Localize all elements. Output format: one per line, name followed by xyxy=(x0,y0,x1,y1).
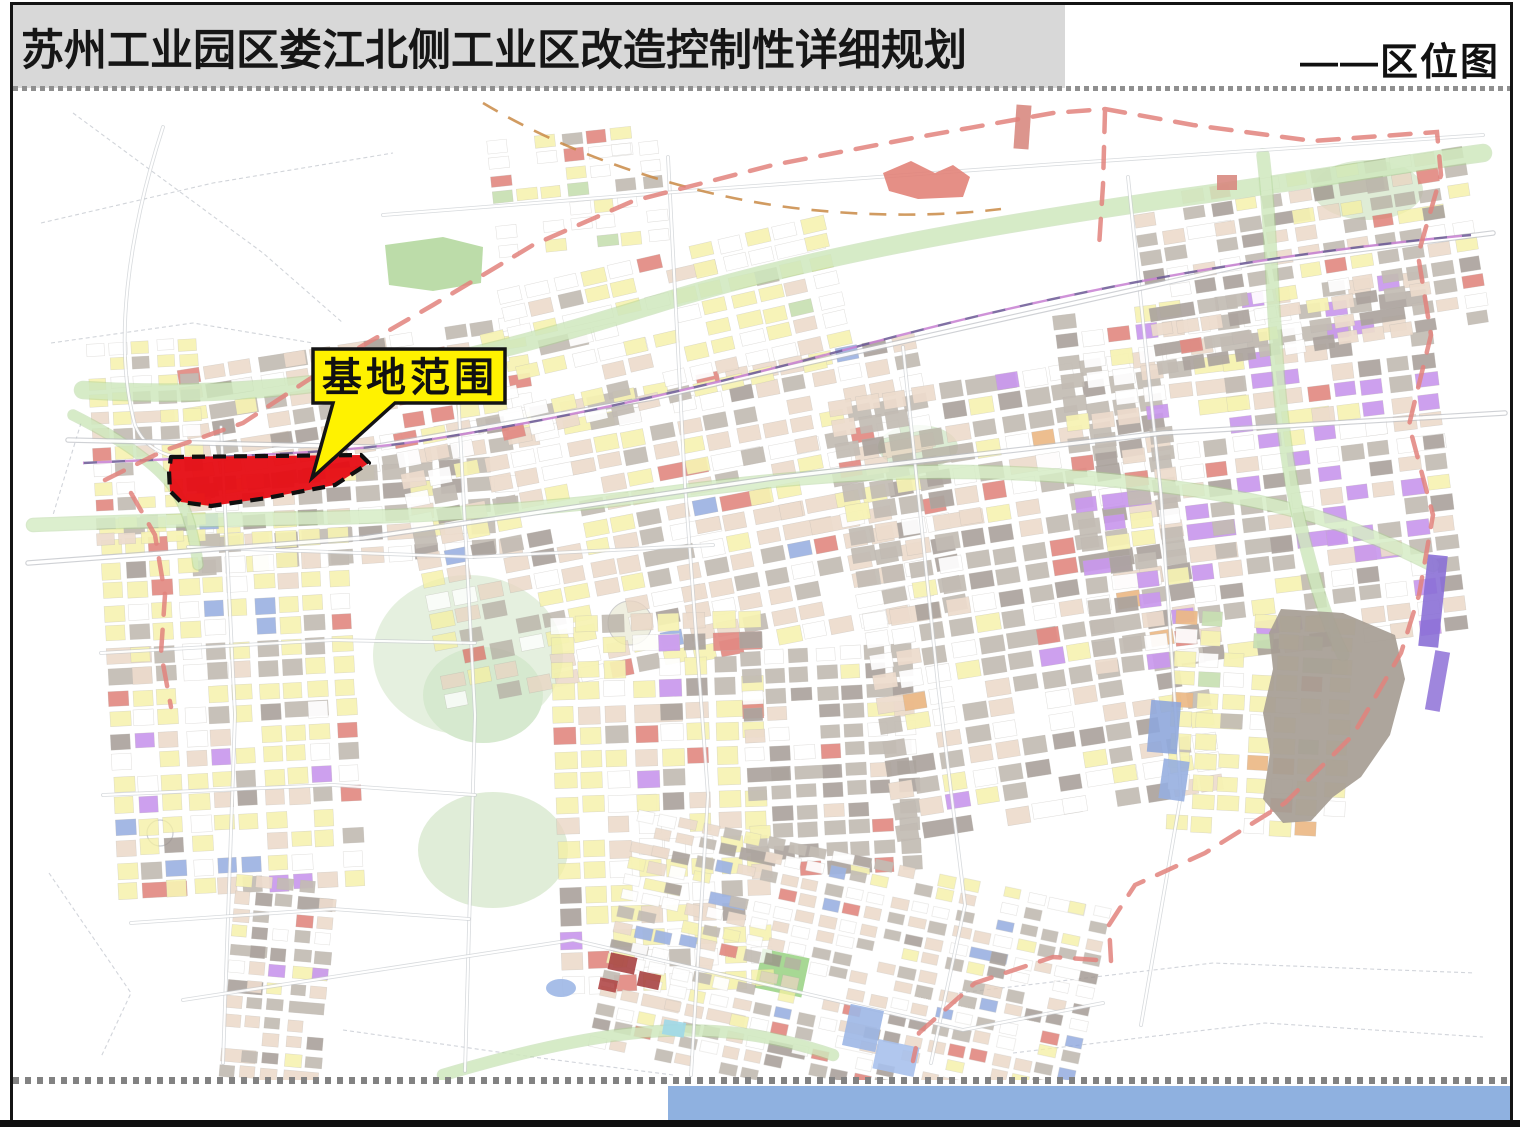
slide-frame: 苏州工业园区娄江北侧工业区改造控制性详细规划 ——区位图 基地范围 xyxy=(10,2,1513,1125)
page-title: 苏州工业园区娄江北侧工业区改造控制性详细规划 xyxy=(13,16,967,78)
page-label: ——区位图 xyxy=(1300,31,1500,86)
footer-accent-bar xyxy=(668,1086,1510,1120)
dotted-divider-top xyxy=(13,86,1510,91)
title-bar: 苏州工业园区娄江北侧工业区改造控制性详细规划 xyxy=(13,5,1065,88)
location-map: 基地范围 xyxy=(13,95,1510,1080)
bottom-edge-line xyxy=(0,1120,1520,1127)
callout-label: 基地范围 xyxy=(322,354,498,401)
slide: 苏州工业园区娄江北侧工业区改造控制性详细规划 ——区位图 基地范围 xyxy=(0,0,1520,1127)
dotted-divider-bottom xyxy=(13,1077,1510,1084)
